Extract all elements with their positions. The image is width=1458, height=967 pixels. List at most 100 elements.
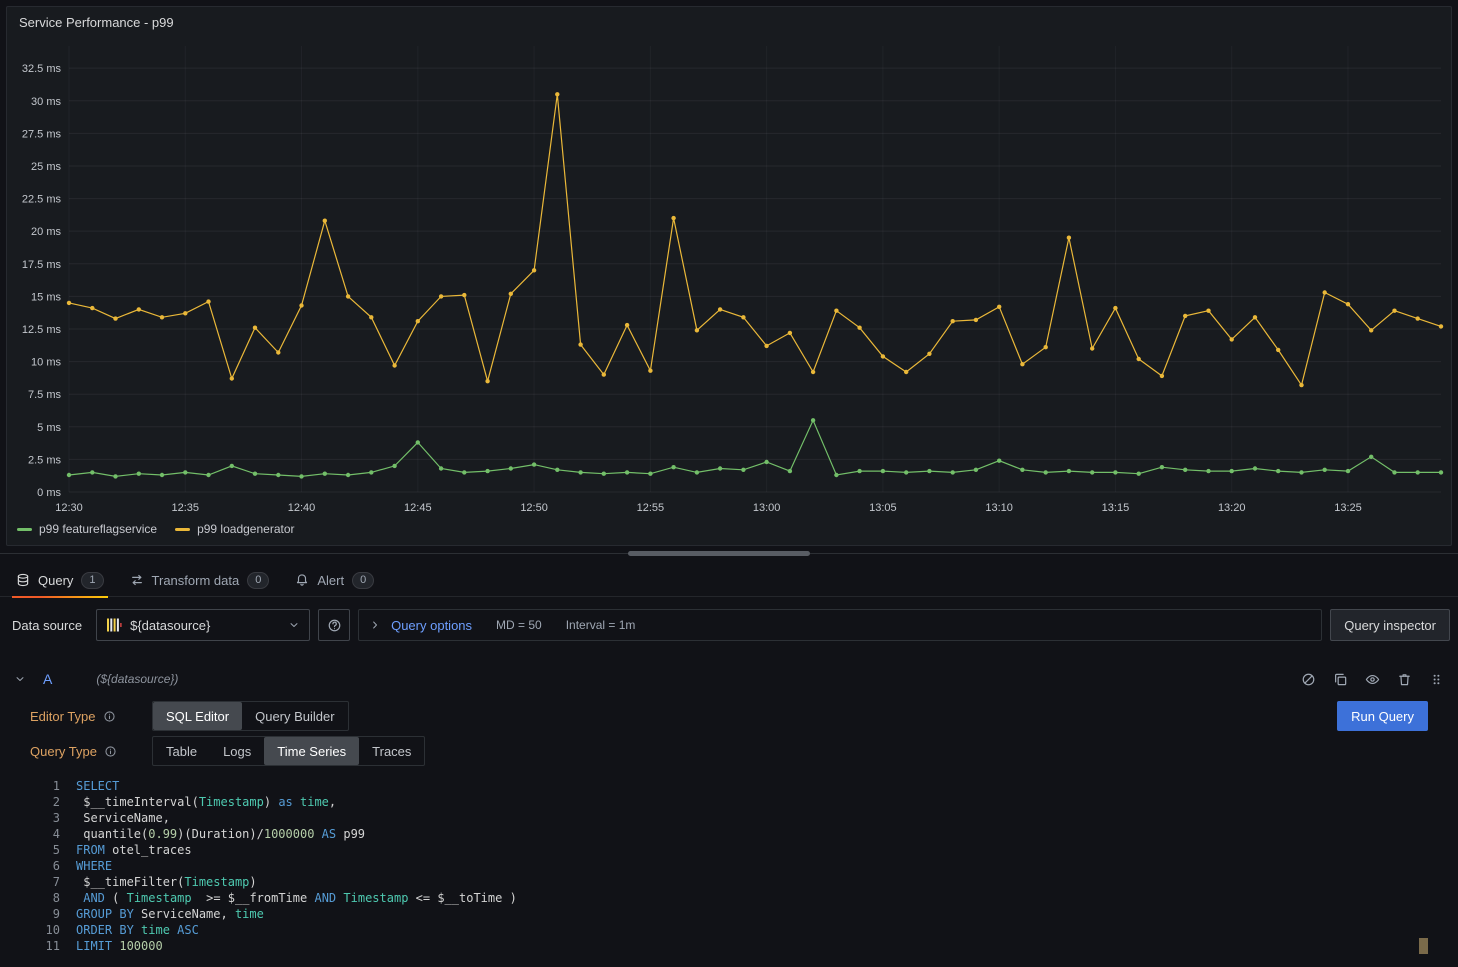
query-type-group: TableLogsTime SeriesTraces: [152, 736, 425, 766]
code-line-5[interactable]: 5FROM otel_traces: [30, 842, 1428, 858]
query-ref-id[interactable]: A: [43, 671, 52, 687]
chevron-right-icon: [369, 619, 381, 631]
svg-text:12:30: 12:30: [55, 502, 83, 514]
legend-swatch: [17, 528, 32, 531]
tab-label: Transform data: [152, 573, 240, 588]
query-inspector-button[interactable]: Query inspector: [1330, 609, 1450, 641]
info-icon[interactable]: [103, 710, 116, 723]
code-line-9[interactable]: 9GROUP BY ServiceName, time: [30, 906, 1428, 922]
svg-text:17.5 ms: 17.5 ms: [22, 259, 62, 271]
code-text: $__timeInterval(Timestamp) as time,: [76, 794, 336, 810]
svg-text:5 ms: 5 ms: [37, 422, 61, 434]
code-line-1[interactable]: 1SELECT: [30, 778, 1428, 794]
code-line-7[interactable]: 7 $__timeFilter(Timestamp): [30, 874, 1428, 890]
svg-text:0 ms: 0 ms: [37, 487, 61, 499]
code-line-3[interactable]: 3 ServiceName,: [30, 810, 1428, 826]
query-row-header: A (${datasource}): [8, 665, 1450, 693]
line-number: 5: [30, 842, 60, 858]
query-datasource-hint: (${datasource}): [96, 672, 178, 686]
code-line-6[interactable]: 6 WHERE: [30, 858, 1428, 874]
datasource-select[interactable]: ${datasource}: [96, 609, 310, 641]
svg-text:12:35: 12:35: [172, 502, 200, 514]
svg-text:12:45: 12:45: [404, 502, 432, 514]
code-line-4[interactable]: 4 quantile(0.99)(Duration)/1000000 AS p9…: [30, 826, 1428, 842]
svg-text:12:50: 12:50: [520, 502, 548, 514]
line-number: 8: [30, 890, 60, 906]
drag-query-icon[interactable]: [1429, 672, 1444, 687]
editor-type-option-sql-editor[interactable]: SQL Editor: [153, 702, 242, 730]
code-text: WHERE: [76, 858, 112, 874]
info-icon[interactable]: [104, 745, 117, 758]
query-type-option-table[interactable]: Table: [153, 737, 210, 765]
query-actions: [1301, 672, 1444, 687]
editor-type-group: SQL EditorQuery Builder: [152, 701, 349, 731]
code-text: SELECT: [76, 778, 119, 794]
svg-text:12:40: 12:40: [288, 502, 316, 514]
line-number: 3: [30, 810, 60, 826]
query-editor: Editor Type SQL EditorQuery Builder Run …: [8, 701, 1450, 954]
line-number: 6: [30, 858, 60, 874]
legend-swatch: [175, 528, 190, 531]
query-type-option-time-series[interactable]: Time Series: [264, 737, 359, 765]
scrollbar-thumb[interactable]: [628, 551, 810, 556]
svg-text:13:05: 13:05: [869, 502, 897, 514]
chart-legend: p99 featureflagservice p99 loadgenerator: [7, 518, 1451, 540]
svg-text:7.5 ms: 7.5 ms: [28, 389, 62, 401]
svg-text:2.5 ms: 2.5 ms: [28, 454, 62, 466]
code-line-8[interactable]: 8 AND ( Timestamp >= $__fromTime AND Tim…: [30, 890, 1428, 906]
legend-item[interactable]: p99 featureflagservice: [17, 522, 157, 536]
code-line-10[interactable]: 10ORDER BY time ASC: [30, 922, 1428, 938]
panel-title[interactable]: Service Performance - p99: [7, 7, 1451, 32]
line-number: 10: [30, 922, 60, 938]
datasource-value: ${datasource}: [130, 618, 280, 633]
code-text: AND ( Timestamp >= $__fromTime AND Times…: [76, 890, 517, 906]
remove-query-icon[interactable]: [1397, 672, 1412, 687]
datasource-label: Data source: [8, 618, 88, 633]
svg-text:12.5 ms: 12.5 ms: [22, 324, 62, 336]
datasource-help-button[interactable]: [318, 609, 350, 641]
code-line-2[interactable]: 2 $__timeInterval(Timestamp) as time,: [30, 794, 1428, 810]
svg-text:27.5 ms: 27.5 ms: [22, 128, 62, 140]
disable-query-icon[interactable]: [1301, 672, 1316, 687]
query-type-option-traces[interactable]: Traces: [359, 737, 424, 765]
line-number: 9: [30, 906, 60, 922]
sql-editor[interactable]: 1SELECT2 $__timeInterval(Timestamp) as t…: [30, 778, 1428, 954]
query-options-md: MD = 50: [496, 618, 542, 632]
collapse-query-icon[interactable]: [14, 673, 26, 685]
run-query-button[interactable]: Run Query: [1337, 701, 1428, 731]
editor-type-row: Editor Type SQL EditorQuery Builder Run …: [30, 701, 1428, 731]
editor-tabs: Query1Transform data0Alert0: [0, 564, 1458, 597]
query-options-label: Query options: [391, 618, 472, 633]
timeseries-chart[interactable]: 0 ms2.5 ms5 ms7.5 ms10 ms12.5 ms15 ms17.…: [7, 32, 1451, 518]
duplicate-query-icon[interactable]: [1333, 672, 1348, 687]
svg-text:30 ms: 30 ms: [31, 96, 61, 108]
tab-transform-data[interactable]: Transform data 0: [122, 564, 278, 597]
tab-query[interactable]: Query1: [8, 564, 112, 597]
database-icon: [16, 573, 30, 587]
tab-badge: 1: [81, 572, 103, 589]
line-number: 7: [30, 874, 60, 890]
code-line-11[interactable]: 11LIMIT 100000: [30, 938, 1428, 954]
line-number: 2: [30, 794, 60, 810]
editor-type-label: Editor Type: [30, 709, 152, 724]
bell-icon: [295, 573, 309, 587]
svg-text:22.5 ms: 22.5 ms: [22, 194, 62, 206]
tab-alert[interactable]: Alert0: [287, 564, 382, 597]
hide-query-icon[interactable]: [1365, 672, 1380, 687]
query-toolbar: Data source ${datasource} Query options …: [8, 609, 1450, 641]
query-options-toggle[interactable]: Query options MD = 50 Interval = 1m: [358, 609, 1322, 641]
query-type-label: Query Type: [30, 744, 152, 759]
editor-type-option-query-builder[interactable]: Query Builder: [242, 702, 347, 730]
code-text: ServiceName,: [76, 810, 170, 826]
legend-label: p99 loadgenerator: [197, 522, 294, 536]
horizontal-scrollbar[interactable]: [0, 551, 1458, 556]
query-type-option-logs[interactable]: Logs: [210, 737, 264, 765]
tab-badge: 0: [352, 572, 374, 589]
code-text: quantile(0.99)(Duration)/1000000 AS p99: [76, 826, 365, 842]
svg-text:13:00: 13:00: [753, 502, 781, 514]
svg-text:25 ms: 25 ms: [31, 161, 61, 173]
tab-badge: 0: [247, 572, 269, 589]
line-number: 11: [30, 938, 60, 954]
query-type-row: Query Type TableLogsTime SeriesTraces: [30, 736, 1428, 766]
legend-item[interactable]: p99 loadgenerator: [175, 522, 294, 536]
